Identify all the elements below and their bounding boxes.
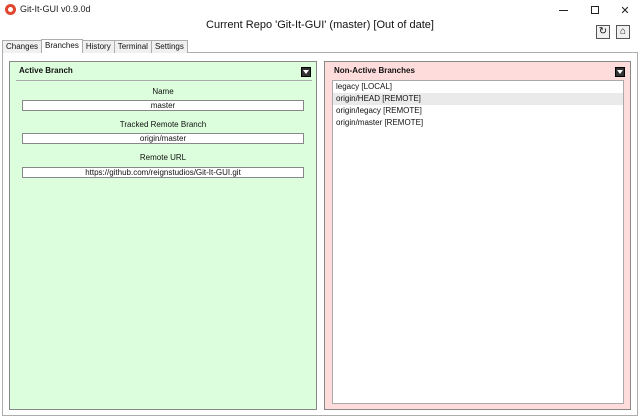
tab-branches[interactable]: Branches [41,39,83,53]
window-title: Git-It-GUI v0.9.0d [20,4,91,14]
tracked-remote-label: Tracked Remote Branch [119,120,207,129]
list-item[interactable]: legacy [LOCAL] [333,81,623,93]
active-branch-panel: Active Branch Name master Tracked Remote… [9,61,317,410]
tab-bar: Changes Branches History Terminal Settin… [2,39,188,53]
list-item[interactable]: origin/HEAD [REMOTE] [333,93,623,105]
app-logo-icon [5,4,16,15]
minimize-button[interactable] [548,0,578,20]
inactive-panel-dropdown-button[interactable] [615,67,625,77]
tab-history[interactable]: History [81,40,115,53]
remote-url-label: Remote URL [139,153,187,162]
maximize-button[interactable] [580,0,610,20]
refresh-icon: ↻ [598,26,608,37]
active-branch-header: Active Branch [19,66,73,75]
tab-terminal[interactable]: Terminal [113,40,152,53]
non-active-branches-header: Non-Active Branches [334,66,415,75]
tracked-remote-field[interactable]: origin/master [22,133,304,144]
branch-list: legacy [LOCAL] origin/HEAD [REMOTE] orig… [332,80,624,404]
active-panel-dropdown-button[interactable] [301,67,311,77]
non-active-branches-panel: Non-Active Branches legacy [LOCAL] origi… [324,61,631,410]
active-panel-divider [16,80,312,81]
remote-url-field[interactable]: https://github.com/reignstudios/Git-It-G… [22,167,304,178]
repo-title: Current Repo 'Git-It-GUI' (master) [Out … [206,19,434,31]
home-button[interactable]: ⌂ [616,25,630,39]
refresh-button[interactable]: ↻ [596,25,610,39]
close-icon: ✕ [620,4,630,17]
window-titlebar: Git-It-GUI v0.9.0d ✕ [0,0,640,20]
close-button[interactable]: ✕ [610,0,640,20]
home-icon: ⌂ [619,26,627,37]
minimize-icon [558,9,568,11]
tab-changes[interactable]: Changes [2,40,43,53]
branch-name-field[interactable]: master [22,100,304,111]
list-item[interactable]: origin/legacy [REMOTE] [333,105,623,117]
tab-settings[interactable]: Settings [150,40,188,53]
list-item[interactable]: origin/master [REMOTE] [333,117,623,129]
maximize-icon [591,6,599,14]
name-label: Name [152,87,174,96]
